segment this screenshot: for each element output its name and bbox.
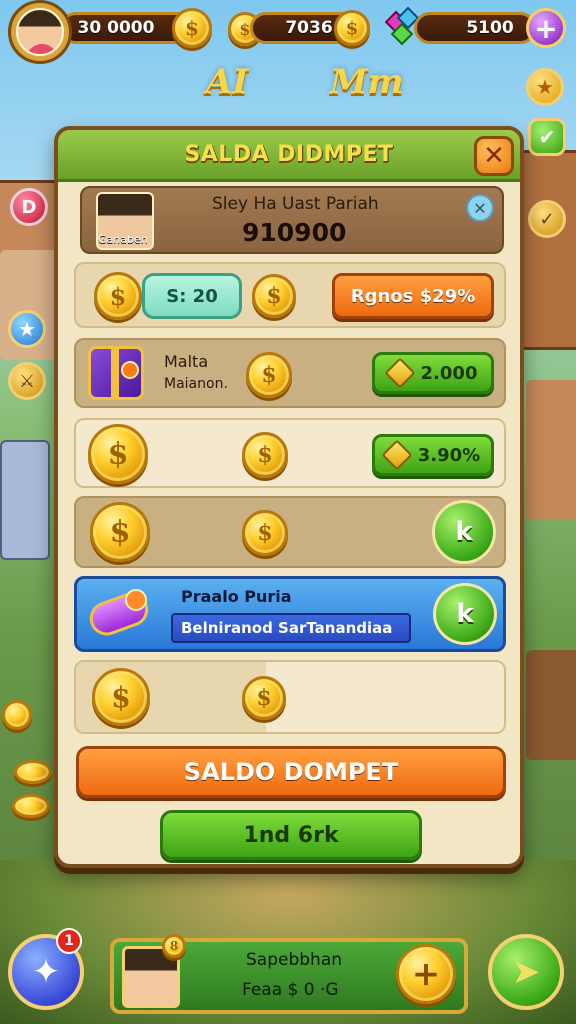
wallet-row-6: $ $ [74, 660, 506, 734]
coin-icon: $ [242, 432, 288, 478]
send-arrow-icon: ➤ [511, 952, 541, 992]
avatar-face-icon [16, 8, 64, 56]
profile-picture-label: Ganaben [98, 233, 148, 246]
profile-balance: 910900 [242, 218, 347, 247]
friend-card-title: Sapebbhan [246, 950, 343, 970]
notification-badge: 1 [56, 928, 82, 954]
panel-header: SALDA DIDMPET ✕ [58, 130, 520, 182]
wallet-row-5-highlight: Praalo Puria Belniranod SarTanandiaa k [74, 576, 506, 652]
offer-claim-button[interactable]: k [433, 583, 497, 645]
side-menu-d-button[interactable]: D [10, 188, 48, 226]
puzzle-icon: ✦ [31, 952, 61, 992]
profile-dismiss-button[interactable]: ✕ [466, 194, 494, 222]
add-currency-button[interactable]: + [526, 8, 566, 48]
coin-icon: $ [242, 676, 286, 720]
buy-item-button[interactable]: 2.000 [372, 352, 494, 394]
star-icon[interactable]: ★ [8, 310, 46, 348]
wallet-row-3: $ $ 3.90% [74, 418, 506, 488]
panel-title: SALDA DIDMPET [184, 142, 394, 167]
claim-round-label: k [455, 517, 473, 547]
energy-value: 5100 [466, 18, 514, 38]
coin-icon: $ [92, 668, 150, 726]
coin-icon: $ [242, 510, 288, 556]
friend-card-subtitle: Feaa $ 0 ·G [242, 980, 339, 1000]
saldo-dompet-label: SALDO DOMPET [183, 758, 399, 786]
gold-gem-icon [383, 357, 416, 389]
add-friend-button[interactable]: + [396, 944, 456, 1004]
amount-pill[interactable]: S: 20 [142, 273, 242, 319]
gift-chest-icon [88, 346, 144, 400]
coin-icon: $ [252, 274, 296, 318]
coin-icon: $ [246, 352, 292, 398]
player-avatar[interactable] [8, 0, 72, 64]
saldo-dompet-button[interactable]: SALDO DOMPET [76, 746, 506, 798]
profile-card: Ganaben Sley Ha Uast Pariah 910900 ✕ [80, 186, 504, 254]
coin-icon: $ [88, 424, 148, 484]
check-circle-icon[interactable]: ✓ [528, 200, 566, 238]
coins-value: 30 0000 [77, 18, 155, 38]
secondary-action-label: 1nd 6rk [243, 822, 339, 848]
cannon-icon [83, 581, 154, 645]
coin-icon: $ [90, 502, 150, 562]
offer-claim-label: k [456, 599, 474, 629]
play-button[interactable]: ➤ [488, 934, 564, 1010]
claim-round-button[interactable]: k [432, 500, 496, 564]
wallet-row-2: Malta Maianon. $ 2.000 [74, 338, 506, 408]
close-icon: ✕ [473, 198, 487, 218]
close-icon: ✕ [483, 141, 505, 171]
level-badge: 8 [162, 934, 186, 958]
rate-button[interactable]: 3.90% [372, 434, 494, 476]
rate-button-label: 3.90% [417, 444, 481, 466]
bonus-button[interactable]: Rgnos $29% [332, 273, 494, 319]
game-logo-left: AI [206, 62, 249, 102]
coin-add-icon[interactable]: $ [334, 10, 370, 46]
sword-icon[interactable]: ⚔ [8, 362, 46, 400]
close-button[interactable]: ✕ [474, 136, 514, 176]
gems-value: 7036 [285, 18, 333, 38]
coin-icon[interactable]: $ [172, 8, 212, 48]
offer-title: Praalo Puria [181, 587, 292, 606]
check-chest-icon[interactable]: ✔ [528, 118, 566, 156]
profile-name: Sley Ha Uast Pariah [212, 194, 379, 214]
coin-icon: $ [94, 272, 142, 320]
top-bar: 30 0000 $ $ 7036 $ 5100 + [0, 0, 576, 64]
item-title: Malta [164, 352, 209, 371]
item-subtitle: Maianon. [164, 376, 228, 392]
game-logo-right: Mm [330, 62, 404, 102]
wallet-row-4: $ $ k [74, 496, 506, 568]
offer-subtitle: Belniranod SarTanandiaa [181, 619, 393, 637]
wallet-row-1: $ S: 20 $ Rgnos $29% [74, 262, 506, 328]
gold-gem-icon [381, 439, 413, 471]
level-badge-value: 8 [169, 939, 179, 953]
secondary-action-button[interactable]: 1nd 6rk [160, 810, 422, 860]
wallet-panel: SALDA DIDMPET ✕ Ganaben Sley Ha Uast Par… [54, 126, 524, 868]
amount-pill-label: S: 20 [166, 285, 218, 307]
star-badge-icon[interactable]: ★ [526, 68, 564, 106]
bonus-button-label: Rgnos $29% [350, 285, 476, 307]
buy-item-label: 2.000 [420, 362, 478, 384]
badge-count: 1 [64, 933, 74, 949]
energy-counter: 5100 [414, 12, 536, 44]
